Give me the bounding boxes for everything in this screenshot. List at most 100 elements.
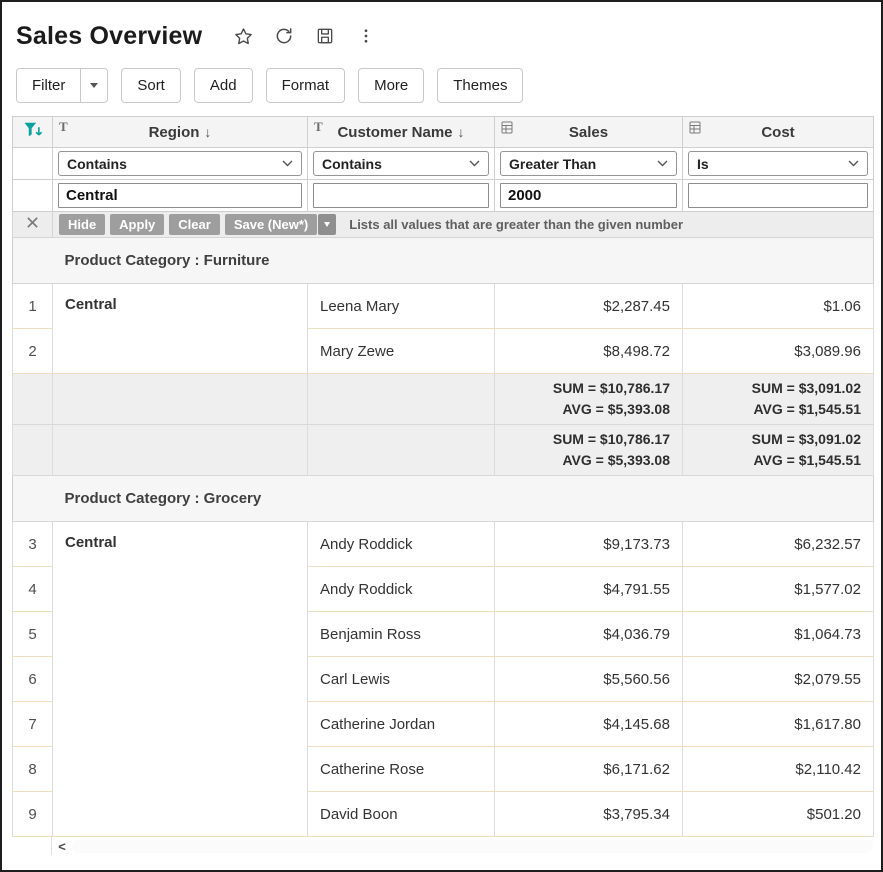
clear-button[interactable]: Clear <box>169 214 220 235</box>
empty-cell <box>53 374 308 425</box>
empty-cell <box>53 425 308 476</box>
scroll-left-arrow[interactable]: < <box>52 837 72 855</box>
customer-cell[interactable]: Leena Mary <box>308 284 495 329</box>
apply-button[interactable]: Apply <box>110 214 164 235</box>
region-cell[interactable]: Central <box>53 284 308 374</box>
chevron-down-icon <box>848 160 859 167</box>
row-number: 1 <box>13 284 53 329</box>
customer-cell[interactable]: David Boon <box>308 792 495 837</box>
row-number: 9 <box>13 792 53 837</box>
number-column-icon <box>689 121 701 138</box>
sum-value: SUM = $3,091.02 <box>683 378 861 399</box>
filter-funnel-icon <box>23 121 43 139</box>
filter-action-bar: Hide Apply Clear Save (New*) Lists all v… <box>13 212 874 238</box>
column-header-region[interactable]: T Region ↓ <box>53 117 308 148</box>
close-filter-icon[interactable] <box>13 212 53 238</box>
row-number: 6 <box>13 657 53 702</box>
filter-value-row <box>13 180 874 212</box>
chevron-down-icon <box>282 160 293 167</box>
sales-cell[interactable]: $6,171.62 <box>495 747 683 792</box>
chevron-down-icon <box>469 160 480 167</box>
sales-cell[interactable]: $5,560.56 <box>495 657 683 702</box>
table-row: 1 Central Leena Mary $2,287.45 $1.06 <box>13 284 874 329</box>
cost-cell[interactable]: $6,232.57 <box>683 522 874 567</box>
customer-cell[interactable]: Carl Lewis <box>308 657 495 702</box>
cost-cell[interactable]: $501.20 <box>683 792 874 837</box>
customer-cell[interactable]: Andy Roddick <box>308 567 495 612</box>
format-button[interactable]: Format <box>266 68 346 103</box>
group-header-row: Product Category : Grocery <box>13 476 874 522</box>
cost-filter-input[interactable] <box>688 183 868 208</box>
filter-dropdown-caret[interactable] <box>80 69 107 102</box>
sales-summary-cell: SUM = $10,786.17 AVG = $5,393.08 <box>495 374 683 425</box>
sort-desc-icon[interactable]: ↓ <box>204 124 211 140</box>
column-label-cost: Cost <box>761 124 794 141</box>
themes-button[interactable]: Themes <box>437 68 523 103</box>
customer-cell[interactable]: Catherine Jordan <box>308 702 495 747</box>
customer-cell[interactable]: Catherine Rose <box>308 747 495 792</box>
sales-cell[interactable]: $4,145.68 <box>495 702 683 747</box>
sales-cell[interactable]: $2,287.45 <box>495 284 683 329</box>
add-button[interactable]: Add <box>194 68 253 103</box>
data-table: T Region ↓ T Customer Name ↓ <box>12 116 874 837</box>
table-row: 3 Central Andy Roddick $9,173.73 $6,232.… <box>13 522 874 567</box>
cost-cell[interactable]: $1,064.73 <box>683 612 874 657</box>
more-button[interactable]: More <box>358 68 424 103</box>
sort-button[interactable]: Sort <box>121 68 181 103</box>
scroll-track[interactable] <box>72 839 873 853</box>
cost-cell[interactable]: $1,617.80 <box>683 702 874 747</box>
customer-cell[interactable]: Andy Roddick <box>308 522 495 567</box>
customer-cell[interactable]: Benjamin Ross <box>308 612 495 657</box>
sales-cell[interactable]: $9,173.73 <box>495 522 683 567</box>
cost-cell[interactable]: $2,110.42 <box>683 747 874 792</box>
filter-button[interactable]: Filter <box>17 69 80 102</box>
column-header-sales[interactable]: Sales <box>495 117 683 148</box>
customer-operator-select[interactable]: Contains <box>313 151 489 176</box>
sum-value: SUM = $10,786.17 <box>495 429 670 450</box>
avg-value: AVG = $5,393.08 <box>495 450 670 471</box>
region-operator-select[interactable]: Contains <box>58 151 302 176</box>
filter-description: Lists all values that are greater than t… <box>349 217 683 232</box>
cost-operator-select[interactable]: Is <box>688 151 868 176</box>
app-window: Sales Overview <box>0 0 883 872</box>
empty-cell <box>13 425 53 476</box>
cost-cell[interactable]: $1.06 <box>683 284 874 329</box>
sales-operator-select[interactable]: Greater Than <box>500 151 677 176</box>
sort-desc-icon[interactable]: ↓ <box>458 124 465 140</box>
region-filter-input[interactable] <box>58 183 302 208</box>
selected-operator: Is <box>697 156 709 172</box>
refresh-icon[interactable] <box>273 25 295 47</box>
row-number: 5 <box>13 612 53 657</box>
sales-cell[interactable]: $4,036.79 <box>495 612 683 657</box>
customer-filter-input[interactable] <box>313 183 489 208</box>
sales-cell[interactable]: $4,791.55 <box>495 567 683 612</box>
column-header-row: T Region ↓ T Customer Name ↓ <box>13 117 874 148</box>
region-cell[interactable]: Central <box>53 522 308 837</box>
customer-cell[interactable]: Mary Zewe <box>308 329 495 374</box>
save-dropdown-caret[interactable] <box>318 214 336 235</box>
sales-cell[interactable]: $8,498.72 <box>495 329 683 374</box>
save-icon[interactable] <box>314 25 336 47</box>
chevron-down-icon <box>657 160 668 167</box>
cost-summary-cell: SUM = $3,091.02 AVG = $1,545.51 <box>683 374 874 425</box>
column-header-cost[interactable]: Cost <box>683 117 874 148</box>
save-new-button[interactable]: Save (New*) <box>225 214 317 235</box>
group-header-furniture[interactable]: Product Category : Furniture <box>53 238 874 284</box>
sales-cell[interactable]: $3,795.34 <box>495 792 683 837</box>
sales-summary-cell: SUM = $10,786.17 AVG = $5,393.08 <box>495 425 683 476</box>
star-icon[interactable] <box>232 25 254 47</box>
filter-funnel-cell[interactable] <box>13 117 53 148</box>
cost-cell[interactable]: $1,577.02 <box>683 567 874 612</box>
title-bar: Sales Overview <box>2 2 881 60</box>
hide-button[interactable]: Hide <box>59 214 105 235</box>
selected-operator: Contains <box>322 156 382 172</box>
selected-operator: Greater Than <box>509 156 596 172</box>
column-header-customer[interactable]: T Customer Name ↓ <box>308 117 495 148</box>
more-vertical-icon[interactable] <box>355 25 377 47</box>
cost-cell[interactable]: $3,089.96 <box>683 329 874 374</box>
empty-cell <box>13 180 53 212</box>
sales-filter-input[interactable] <box>500 183 677 208</box>
group-header-grocery[interactable]: Product Category : Grocery <box>53 476 874 522</box>
sum-value: SUM = $10,786.17 <box>495 378 670 399</box>
cost-cell[interactable]: $2,079.55 <box>683 657 874 702</box>
